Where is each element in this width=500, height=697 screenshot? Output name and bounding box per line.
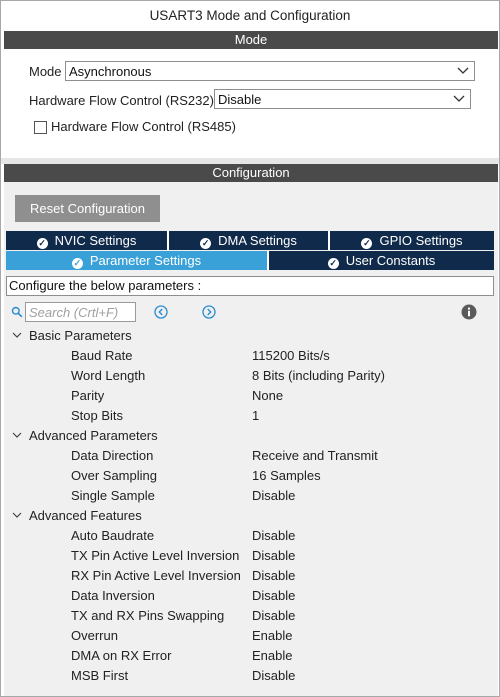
tab-label: NVIC Settings bbox=[54, 233, 137, 248]
reset-configuration-button[interactable]: Reset Configuration bbox=[15, 195, 160, 222]
tab-label: GPIO Settings bbox=[379, 233, 463, 248]
parameter-row[interactable]: TX Pin Active Level Inversion Disable bbox=[1, 546, 495, 566]
parameter-name: Data Direction bbox=[71, 448, 154, 463]
parameter-value: 115200 Bits/s bbox=[252, 348, 330, 363]
parameter-row[interactable]: RX Pin Active Level Inversion Disable bbox=[1, 566, 495, 586]
check-circle-icon: ✓ bbox=[71, 258, 83, 269]
parameter-name: Parity bbox=[71, 388, 105, 403]
mode-label: Mode bbox=[29, 64, 62, 79]
parameter-row[interactable]: Word Length 8 Bits (including Parity) bbox=[1, 366, 495, 386]
parameter-value: Disable bbox=[252, 568, 296, 583]
parameter-value: 1 bbox=[252, 408, 260, 423]
parameter-name: TX Pin Active Level Inversion bbox=[71, 548, 240, 563]
chevron-down-icon[interactable] bbox=[11, 329, 23, 341]
chevron-down-icon bbox=[453, 95, 465, 102]
group-name: Advanced Features bbox=[29, 508, 142, 523]
parameter-name: Baud Rate bbox=[71, 348, 133, 363]
hwfc-rs485-label: Hardware Flow Control (RS485) bbox=[51, 119, 236, 134]
parameter-value: Disable bbox=[252, 528, 296, 543]
tab-label: DMA Settings bbox=[218, 233, 297, 248]
tab-gpio-settings[interactable]: ✓ GPIO Settings bbox=[330, 231, 494, 250]
tab-parameter-settings[interactable]: ✓ Parameter Settings bbox=[6, 251, 269, 270]
parameter-name: Auto Baudrate bbox=[71, 528, 155, 543]
mode-select-value: Asynchronous bbox=[69, 64, 152, 79]
parameter-row[interactable]: Stop Bits 1 bbox=[1, 406, 495, 426]
parameter-name: Data Inversion bbox=[71, 588, 155, 603]
configure-hint: Configure the below parameters : bbox=[6, 276, 494, 296]
tab-dma-settings[interactable]: ✓ DMA Settings bbox=[169, 231, 330, 250]
tree-group[interactable]: Basic Parameters bbox=[1, 326, 495, 346]
parameter-value: Disable bbox=[252, 608, 296, 623]
parameter-row[interactable]: Data Direction Receive and Transmit bbox=[1, 446, 495, 466]
parameter-row[interactable]: Overrun Enable bbox=[1, 626, 495, 646]
parameter-name: Word Length bbox=[71, 368, 146, 383]
parameter-value: 8 Bits (including Parity) bbox=[252, 368, 385, 383]
group-name: Advanced Parameters bbox=[29, 428, 158, 443]
parameter-name: Stop Bits bbox=[71, 408, 124, 423]
parameter-row[interactable]: Data Inversion Disable bbox=[1, 586, 495, 606]
hwfc-rs232-select-value: Disable bbox=[218, 92, 262, 107]
parameter-row[interactable]: TX and RX Pins Swapping Disable bbox=[1, 606, 495, 626]
parameter-value: Disable bbox=[252, 548, 296, 563]
search-placeholder: Search (Crtl+F) bbox=[29, 305, 119, 320]
hwfc-rs232-label: Hardware Flow Control (RS232) bbox=[29, 93, 214, 108]
parameter-value: Disable bbox=[252, 488, 296, 503]
check-circle-icon: ✓ bbox=[36, 238, 48, 249]
tab-user-constants[interactable]: ✓ User Constants bbox=[269, 251, 494, 270]
window-title: USART3 Mode and Configuration bbox=[1, 1, 499, 31]
parameter-name: Overrun bbox=[71, 628, 118, 643]
chevron-down-icon bbox=[457, 67, 469, 74]
parameter-row[interactable]: DMA on RX Error Enable bbox=[1, 646, 495, 666]
hwfc-rs485-checkbox[interactable] bbox=[34, 121, 47, 134]
parameter-value: None bbox=[252, 388, 284, 403]
parameter-name: Single Sample bbox=[71, 488, 155, 503]
parameter-name: DMA on RX Error bbox=[71, 648, 172, 663]
parameter-name: MSB First bbox=[71, 668, 129, 683]
previous-arrow-icon[interactable] bbox=[154, 305, 168, 319]
parameter-value: Disable bbox=[252, 668, 296, 683]
mode-select[interactable]: Asynchronous bbox=[65, 61, 475, 81]
mode-panel: Mode Asynchronous Hardware Flow Control … bbox=[4, 49, 498, 158]
parameter-value: Enable bbox=[252, 628, 293, 643]
check-circle-icon: ✓ bbox=[200, 238, 212, 249]
usart3-config-window: USART3 Mode and Configuration Mode Mode … bbox=[0, 0, 500, 697]
mode-section-header: Mode bbox=[4, 31, 498, 49]
next-arrow-icon[interactable] bbox=[202, 305, 216, 319]
check-circle-icon: ✓ bbox=[361, 238, 373, 249]
check-circle-icon: ✓ bbox=[327, 258, 339, 269]
parameter-name: TX and RX Pins Swapping bbox=[71, 608, 225, 623]
tab-nvic-settings[interactable]: ✓ NVIC Settings bbox=[6, 231, 169, 250]
parameter-name: Over Sampling bbox=[71, 468, 157, 483]
parameter-value: Disable bbox=[252, 588, 296, 603]
parameter-row[interactable]: Parity None bbox=[1, 386, 495, 406]
tree-group[interactable]: Advanced Parameters bbox=[1, 426, 495, 446]
parameter-value: Receive and Transmit bbox=[252, 448, 378, 463]
info-icon[interactable] bbox=[461, 304, 477, 320]
parameter-row[interactable]: MSB First Disable bbox=[1, 666, 495, 686]
search-icon bbox=[11, 306, 23, 318]
chevron-down-icon[interactable] bbox=[11, 429, 23, 441]
config-section-header: Configuration bbox=[4, 164, 498, 182]
hwfc-rs232-select[interactable]: Disable bbox=[214, 89, 471, 109]
tree-group[interactable]: Advanced Features bbox=[1, 506, 495, 526]
parameter-row[interactable]: Single Sample Disable bbox=[1, 486, 495, 506]
search-input[interactable]: Search (Crtl+F) bbox=[25, 302, 136, 322]
tab-label: Parameter Settings bbox=[89, 253, 202, 268]
parameter-row[interactable]: Baud Rate 115200 Bits/s bbox=[1, 346, 495, 366]
parameter-value: 16 Samples bbox=[252, 468, 321, 483]
parameter-row[interactable]: Auto Baudrate Disable bbox=[1, 526, 495, 546]
tab-label: User Constants bbox=[345, 253, 436, 268]
chevron-down-icon[interactable] bbox=[11, 509, 23, 521]
parameter-name: RX Pin Active Level Inversion bbox=[71, 568, 241, 583]
parameter-value: Enable bbox=[252, 648, 293, 663]
group-name: Basic Parameters bbox=[29, 328, 132, 343]
parameter-row[interactable]: Over Sampling 16 Samples bbox=[1, 466, 495, 486]
